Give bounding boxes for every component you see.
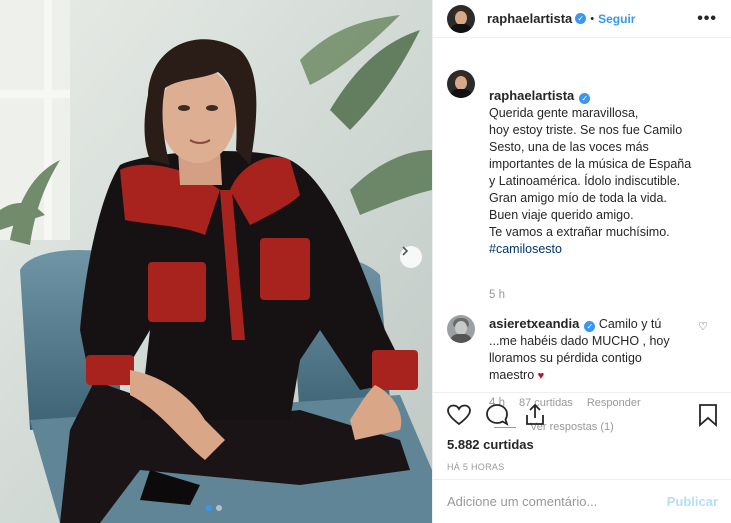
comment-input[interactable] xyxy=(447,494,647,509)
caption-text: Querida gente maravillosa, hoy estoy tri… xyxy=(489,106,692,239)
post-photo[interactable] xyxy=(0,0,432,523)
comment-bubble-icon[interactable] xyxy=(485,403,509,427)
like-heart-icon[interactable] xyxy=(447,404,471,426)
comment-like-heart-icon[interactable]: ♡ xyxy=(698,320,708,333)
post-actions: 5.882 curtidas HÁ 5 HORAS xyxy=(433,392,731,472)
hashtag-link[interactable]: #camilosesto xyxy=(489,241,699,258)
carousel-next-button[interactable] xyxy=(400,246,422,268)
more-options-icon[interactable]: ••• xyxy=(697,10,717,28)
caption: raphaelartista ✓ Querida gente maravillos… xyxy=(447,70,718,301)
caption-author[interactable]: raphaelartista xyxy=(489,88,574,103)
post-side-panel: raphaelartista ✓ • Seguir ••• raphaelart… xyxy=(432,0,731,523)
instagram-post-modal: raphaelartista ✓ • Seguir ••• raphaelart… xyxy=(0,0,731,523)
post-timestamp[interactable]: HÁ 5 HORAS xyxy=(447,462,718,472)
share-icon[interactable] xyxy=(523,403,547,427)
commenter-username[interactable]: asieretxeandia xyxy=(489,316,579,331)
caption-author-avatar[interactable] xyxy=(447,70,475,98)
author-username[interactable]: raphaelartista xyxy=(487,11,572,26)
verified-badge-icon: ✓ xyxy=(579,93,591,104)
carousel-dot xyxy=(216,505,222,511)
author-avatar[interactable] xyxy=(447,4,475,33)
comment-composer: Publicar xyxy=(433,479,731,523)
verified-badge-icon: ✓ xyxy=(575,13,587,24)
chevron-right-icon xyxy=(402,246,409,256)
commenter-avatar[interactable] xyxy=(447,315,475,343)
bookmark-save-icon[interactable] xyxy=(698,403,718,427)
carousel-dot-active xyxy=(206,505,212,511)
separator-dot: • xyxy=(590,12,595,25)
verified-badge-icon: ✓ xyxy=(584,321,596,332)
carousel-indicator xyxy=(206,505,222,511)
follow-button[interactable]: Seguir xyxy=(598,12,635,26)
photo-illustration xyxy=(0,0,432,523)
likes-count[interactable]: 5.882 curtidas xyxy=(447,437,718,452)
caption-time: 5 h xyxy=(489,289,505,301)
comments-list: raphaelartista ✓ Querida gente maravillos… xyxy=(433,52,731,433)
publish-button[interactable]: Publicar xyxy=(667,494,718,509)
post-header: raphaelartista ✓ • Seguir ••• xyxy=(433,0,731,38)
red-heart-emoji-icon: ♥ xyxy=(537,370,545,382)
